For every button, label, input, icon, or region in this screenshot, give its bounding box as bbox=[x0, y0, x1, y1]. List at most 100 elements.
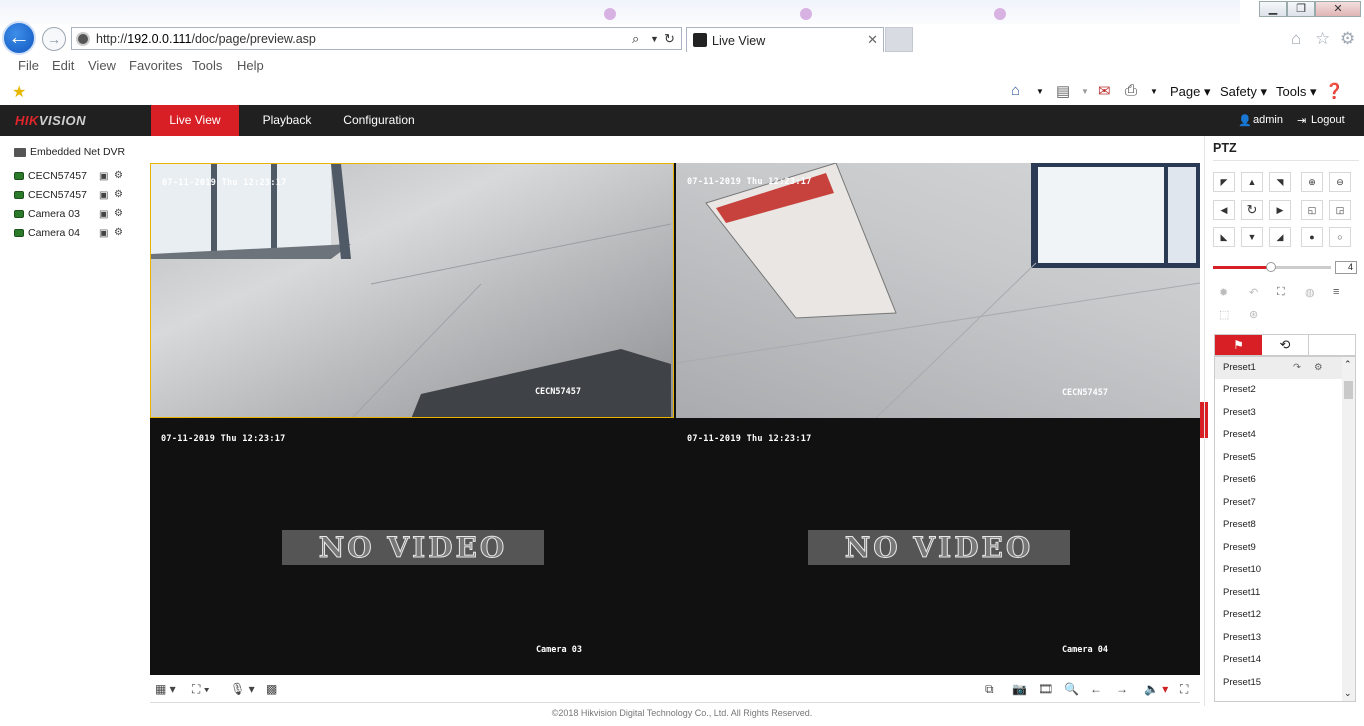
close-window-button[interactable]: ✕ bbox=[1315, 1, 1361, 17]
speed-slider-knob[interactable] bbox=[1266, 262, 1276, 272]
home-dropdown-icon[interactable]: ▼ bbox=[1036, 87, 1044, 96]
pan-down-right-button[interactable]: ◢ bbox=[1269, 227, 1291, 247]
menu-icon[interactable]: ≡ bbox=[1333, 286, 1339, 298]
preset-row[interactable]: Preset6 bbox=[1215, 469, 1343, 491]
set-preset-icon[interactable]: ⚙ bbox=[1314, 357, 1323, 379]
video-window-4[interactable]: 07-11-2019 Thu 12:23:17 NO VIDEO Camera … bbox=[676, 420, 1200, 675]
pan-left-button[interactable]: ◀ bbox=[1213, 200, 1235, 220]
capture-icon[interactable]: 📷 bbox=[1012, 682, 1027, 696]
preset-row[interactable]: Preset5 bbox=[1215, 447, 1343, 469]
page-menu[interactable]: Page ▾ bbox=[1170, 84, 1211, 100]
lens-init-icon[interactable]: ◍ bbox=[1305, 286, 1315, 299]
preset-row[interactable]: Preset12 bbox=[1215, 604, 1343, 626]
audio-mute-icon[interactable]: 🔈 ▾ bbox=[1144, 682, 1168, 696]
forward-button[interactable]: → bbox=[42, 27, 66, 51]
safety-menu[interactable]: Safety ▾ bbox=[1220, 84, 1267, 100]
pan-right-button[interactable]: ▶ bbox=[1269, 200, 1291, 220]
pan-up-left-button[interactable]: ◤ bbox=[1213, 172, 1235, 192]
preset-scrollbar[interactable]: ⌃ ⌄ bbox=[1342, 357, 1355, 701]
aux-focus-icon[interactable]: ⛶ bbox=[1277, 286, 1285, 299]
scrollbar-thumb[interactable] bbox=[1344, 381, 1353, 399]
maximize-button[interactable]: ❐ bbox=[1287, 1, 1315, 17]
feeds-icon[interactable]: ▤ bbox=[1056, 82, 1070, 100]
stop-all-icon[interactable]: ⧉ bbox=[985, 682, 994, 697]
zoom-icon[interactable]: 🔍 bbox=[1064, 682, 1079, 696]
preset-row[interactable]: Preset4 bbox=[1215, 424, 1343, 446]
wiper-icon[interactable]: ↶ bbox=[1249, 286, 1258, 299]
focus-near-button[interactable]: ◱ bbox=[1301, 200, 1323, 220]
pan-down-left-button[interactable]: ◣ bbox=[1213, 227, 1235, 247]
next-page-icon[interactable]: → bbox=[1116, 682, 1128, 696]
previous-page-icon[interactable]: ← bbox=[1090, 682, 1102, 696]
tree-root[interactable]: Embedded Net DVR bbox=[14, 145, 125, 161]
stream-settings-icon[interactable]: ⚙ bbox=[114, 170, 123, 181]
microphone-icon[interactable]: 🎙 ▾ bbox=[230, 682, 255, 696]
help-icon[interactable]: ❓ bbox=[1325, 82, 1344, 100]
regional-focus-icon[interactable]: ⬚ bbox=[1219, 308, 1229, 321]
new-tab-button[interactable] bbox=[885, 27, 913, 52]
menu-edit[interactable]: Edit bbox=[52, 58, 74, 73]
logout-link[interactable]: Logout bbox=[1311, 114, 1345, 126]
video-window-1[interactable]: 07-11-2019 Thu 12:23:17 CECN57457 bbox=[150, 163, 674, 418]
scroll-down-icon[interactable]: ⌄ bbox=[1344, 688, 1352, 699]
search-icon[interactable]: ⌕ bbox=[632, 31, 639, 47]
video-window-3[interactable]: 07-11-2019 Thu 12:23:17 NO VIDEO Camera … bbox=[150, 420, 674, 675]
nav-playback[interactable]: Playback bbox=[250, 105, 324, 136]
record-icon[interactable]: ▣ bbox=[99, 228, 108, 239]
favorites-star-icon[interactable]: ☆ bbox=[1315, 29, 1330, 49]
zoom-out-button[interactable]: ⊖ bbox=[1329, 172, 1351, 192]
menu-tools[interactable]: Tools bbox=[192, 58, 222, 73]
print-dropdown-icon[interactable]: ▼ bbox=[1150, 87, 1158, 96]
window-layout-icon[interactable]: ▦ ▾ bbox=[155, 682, 176, 696]
refresh-icon[interactable]: ↻ bbox=[664, 31, 675, 47]
auto-pan-button[interactable]: ↻ bbox=[1241, 200, 1263, 220]
preset-row[interactable]: Preset7 bbox=[1215, 492, 1343, 514]
add-favorite-icon[interactable]: ★ bbox=[12, 82, 26, 102]
nav-live-view[interactable]: Live View bbox=[151, 105, 239, 136]
record-icon[interactable]: ▣ bbox=[99, 209, 108, 220]
menu-view[interactable]: View bbox=[88, 58, 116, 73]
preset-row[interactable]: Preset1 ↷ ⚙ bbox=[1215, 357, 1343, 379]
stream-settings-icon[interactable]: ⚙ bbox=[114, 189, 123, 200]
light-icon[interactable]: ✹ bbox=[1219, 286, 1228, 299]
tree-camera[interactable]: CECN57457 bbox=[14, 169, 87, 185]
preset-row[interactable]: Preset11 bbox=[1215, 582, 1343, 604]
home-cmd-icon[interactable]: ⌂ bbox=[1011, 82, 1020, 99]
iris-open-button[interactable]: ● bbox=[1301, 227, 1323, 247]
menu-file[interactable]: File bbox=[18, 58, 39, 73]
stream-settings-icon[interactable]: ⚙ bbox=[114, 227, 123, 238]
address-dropdown-icon[interactable]: ▼ bbox=[650, 34, 659, 44]
preset-row[interactable]: Preset15 bbox=[1215, 672, 1343, 694]
video-window-2[interactable]: 07-11-2019 Thu 12:23:17 CECN57457 bbox=[676, 163, 1200, 418]
stream-type-icon[interactable]: ⛶ ▾ bbox=[192, 682, 210, 697]
pan-up-right-button[interactable]: ◥ bbox=[1269, 172, 1291, 192]
zoom-in-button[interactable]: ⊕ bbox=[1301, 172, 1323, 192]
pan-down-button[interactable]: ▼ bbox=[1241, 227, 1263, 247]
menu-favorites[interactable]: Favorites bbox=[129, 58, 182, 73]
scroll-up-icon[interactable]: ⌃ bbox=[1344, 359, 1352, 370]
record-clip-icon[interactable]: 🎞 bbox=[1038, 682, 1053, 696]
video-wall-icon[interactable]: ▩ bbox=[266, 682, 277, 696]
close-tab-icon[interactable]: ✕ bbox=[867, 32, 878, 48]
stream-settings-icon[interactable]: ⚙ bbox=[114, 208, 123, 219]
record-icon[interactable]: ▣ bbox=[99, 190, 108, 201]
back-button[interactable]: ← bbox=[2, 21, 36, 55]
call-preset-icon[interactable]: ↷ bbox=[1293, 357, 1301, 379]
tree-camera[interactable]: Camera 04 bbox=[14, 226, 80, 242]
minimize-button[interactable]: ▁ bbox=[1259, 1, 1287, 17]
fullscreen-icon[interactable]: ⛶ bbox=[1180, 682, 1188, 697]
preset-row[interactable]: Preset2 bbox=[1215, 379, 1343, 401]
tree-camera[interactable]: Camera 03 bbox=[14, 207, 80, 223]
tab-live-view[interactable]: Live View ✕ bbox=[686, 27, 884, 52]
focus-far-button[interactable]: ◲ bbox=[1329, 200, 1351, 220]
tree-camera[interactable]: CECN57457 bbox=[14, 188, 87, 204]
record-icon[interactable]: ▣ bbox=[99, 171, 108, 182]
patrol-tab[interactable]: ⟲ bbox=[1262, 335, 1309, 355]
settings-gear-icon[interactable]: ⚙ bbox=[1340, 29, 1355, 49]
tools-menu[interactable]: Tools ▾ bbox=[1276, 84, 1317, 100]
preset-row[interactable]: Preset10 bbox=[1215, 559, 1343, 581]
feeds-dropdown-icon[interactable]: ▼ bbox=[1081, 87, 1089, 96]
address-bar[interactable]: http://192.0.0.111/doc/page/preview.asp … bbox=[71, 27, 682, 50]
pan-up-button[interactable]: ▲ bbox=[1241, 172, 1263, 192]
preset-row[interactable]: Preset9 bbox=[1215, 537, 1343, 559]
